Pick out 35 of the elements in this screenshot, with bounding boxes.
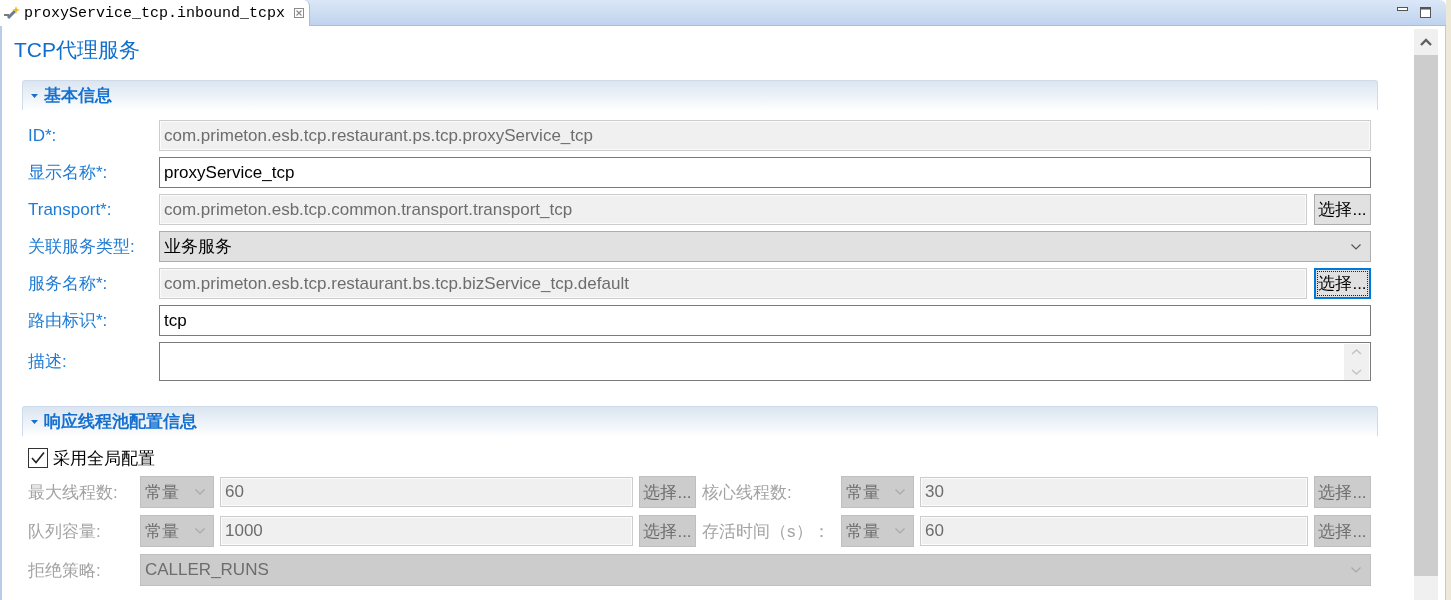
close-icon[interactable] [294,8,305,18]
chevron-down-icon [895,489,905,495]
form-title: TCP代理服务 [14,37,140,63]
field-label: 显示名称*: [28,162,109,184]
field-label: 最大线程数: [28,481,119,504]
maximize-icon[interactable] [1420,7,1431,18]
chevron-down-icon [1351,567,1361,573]
field-label: 关联服务类型: [28,236,136,258]
checkbox[interactable] [28,448,48,468]
chevron-down-icon [895,528,905,534]
dropdown[interactable]: 业务服务 [159,231,1371,262]
text-field[interactable]: tcp [159,305,1371,336]
checkbox-label: 采用全局配置 [53,447,155,470]
pen-sparkle-icon [4,6,20,20]
minimize-icon[interactable] [1397,7,1408,11]
section-header[interactable]: 响应线程池配置信息 [22,406,1378,436]
field-label: 核心线程数: [702,481,793,504]
scroll-arrows-icon [1344,344,1369,380]
field-label: 拒绝策略: [28,559,102,582]
field-label: 路由标识*: [28,310,109,332]
chevron-up-icon [1420,38,1432,46]
field-label: 存活时间（s）： [702,520,831,543]
scroll-up-button[interactable] [1414,29,1438,55]
text-area[interactable] [159,342,1371,381]
field-label: 服务名称*: [28,273,109,295]
field-label: 队列容量: [28,520,102,543]
field-label: ID*: [28,125,58,146]
field-label: 描述: [28,351,68,373]
field-label: Transport*: [28,199,113,220]
chevron-down-icon [195,528,205,534]
section-header[interactable]: 基本信息 [22,80,1378,110]
chevron-down-icon [195,489,205,495]
chevron-down-icon [1351,243,1361,250]
text-field[interactable]: proxyService_tcp [159,157,1371,188]
editor-tab[interactable]: proxyService_tcp.inbound_tcpx [0,0,310,26]
